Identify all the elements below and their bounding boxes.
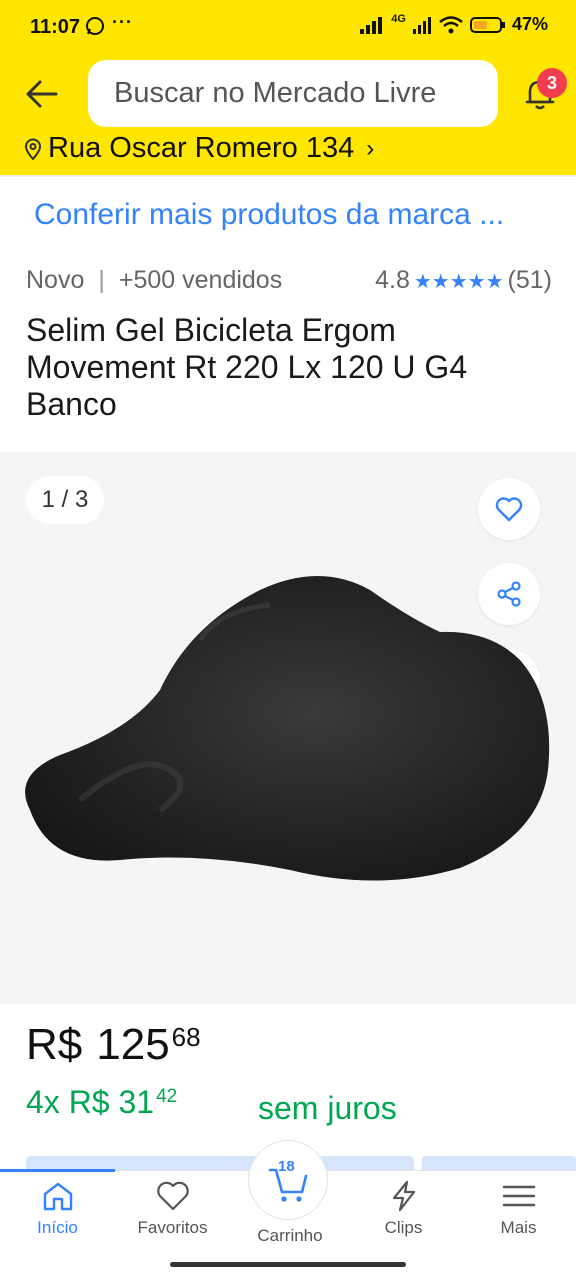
sold-count: +500 vendidos [118,266,283,294]
wifi-icon [439,15,463,33]
favorite-button[interactable] [478,478,540,540]
nav-label-carrinho: Carrinho [257,1226,323,1245]
nav-item-clips[interactable]: Clips [346,1180,461,1250]
status-time: 11:07 [30,16,81,38]
installments: 4x R$ 31 42 [26,1084,177,1121]
nav-item-carrinho[interactable] [248,1140,328,1220]
gesture-home-indicator[interactable] [170,1262,406,1267]
battery-percent: 47% [511,14,548,34]
cart-count-badge: 18 [278,1158,295,1175]
rating-stars-icon: ★★★★★ [413,271,504,293]
nav-active-indicator [0,1169,115,1172]
menu-icon [502,1185,535,1207]
gallery-counter: 1 / 3 [26,476,104,524]
nav-item-inicio[interactable]: Início [0,1180,115,1250]
installments-cents: 42 [156,1086,178,1107]
product-price: R$ 125 68 [26,1020,201,1070]
nav-label-inicio: Início [37,1218,78,1237]
product-title: Selim Gel Bicicleta Ergom Movement Rt 22… [26,312,468,422]
condition-label: Novo [26,266,85,294]
price-currency: R$ [26,1020,83,1069]
signal-icon-2 [412,16,431,34]
nav-label-mais: Mais [500,1218,537,1237]
product-image-saddle [25,576,550,881]
bolt-icon [392,1180,415,1212]
status-bar: 11:07 ··· 4G 47% [0,0,576,56]
heart-icon [156,1181,189,1211]
product-meta-left: Novo | +500 vendidos [26,266,282,295]
battery-icon [469,16,505,33]
product-meta: Novo | +500 vendidos 4.8 ★★★★★ (51) [26,266,552,295]
meta-separator: | [98,266,105,294]
signal-icon [360,16,383,34]
brand-products-link[interactable]: Conferir mais produtos da marca ... [34,198,504,232]
whatsapp-icon [86,17,104,35]
home-icon [43,1182,72,1211]
installments-amount: 4x R$ 31 [26,1084,155,1120]
nav-item-favoritos[interactable]: Favoritos [115,1180,230,1250]
status-more-dots: ··· [112,12,133,32]
chevron-right-icon: › [366,134,375,162]
review-count: (51) [507,266,552,294]
address-text: Rua Oscar Romero 134 [48,132,355,164]
rating-summary[interactable]: 4.8 ★★★★★ (51) [375,266,552,295]
notification-badge: 3 [537,68,567,98]
heart-icon [495,497,523,522]
network-type: 4G [391,12,406,25]
location-pin-icon [24,138,42,160]
status-indicators: 4G 47% [359,12,548,35]
rating-value: 4.8 [375,266,410,294]
back-arrow-icon[interactable] [22,74,62,114]
nav-label-favoritos: Favoritos [137,1218,208,1237]
nav-label-clips: Clips [384,1218,423,1237]
header-divider [0,175,576,177]
price-cents: 68 [171,1022,201,1052]
price-integer: 125 [96,1020,170,1069]
search-placeholder: Buscar no Mercado Livre [114,77,437,109]
search-input[interactable]: Buscar no Mercado Livre [88,60,498,127]
installments-no-interest: sem juros [258,1090,397,1126]
delivery-address[interactable]: Rua Oscar Romero 134 › [24,132,374,165]
nav-item-mais[interactable]: Mais [461,1180,576,1250]
